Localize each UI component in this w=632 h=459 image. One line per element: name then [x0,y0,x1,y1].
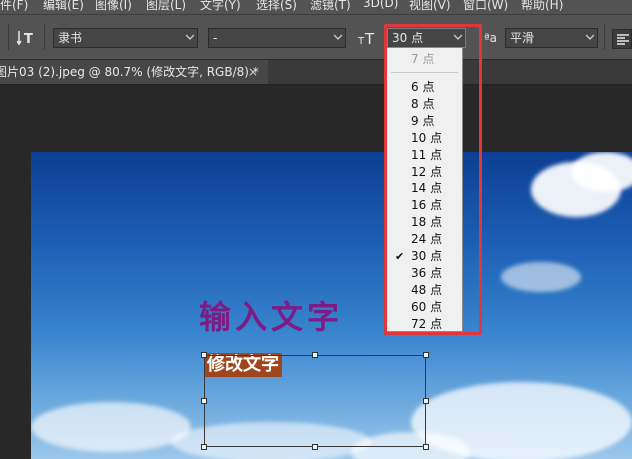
document-tab[interactable]: 图片03 (2).jpeg @ 80.7% (修改文字, RGB/8) * × [0,60,268,84]
menu-help[interactable]: 帮助(H) [521,0,563,13]
menu-view[interactable]: 视图(V) [409,0,451,13]
close-icon[interactable]: × [248,60,258,84]
menu-file[interactable]: 文件(F) [0,0,28,13]
menu-type[interactable]: 文字(Y) [200,0,241,13]
menu-layer[interactable]: 图层(L) [146,0,186,13]
font-family-select[interactable]: 隶书 [53,28,198,48]
menu-image[interactable]: 图像(I) [95,0,132,13]
resize-handle[interactable] [201,398,207,404]
align-left-icon[interactable] [612,29,632,49]
menu-filter[interactable]: 滤镜(T) [310,0,351,13]
resize-handle[interactable] [423,444,429,450]
svg-text:T: T [24,32,33,47]
sample-text-layer[interactable]: 输入文字 [199,292,343,338]
menu-edit[interactable]: 编辑(E) [43,0,84,13]
font-size-icon: T T [357,29,380,48]
cloud [571,152,632,192]
resize-handle[interactable] [312,444,318,450]
document-tab-bar: 图片03 (2).jpeg @ 80.7% (修改文字, RGB/8) * × [0,60,632,85]
highlight-box [384,24,482,335]
antialias-icon: ªa [484,31,498,45]
text-bounding-box[interactable] [204,355,426,447]
menu-select[interactable]: 选择(S) [256,0,297,13]
font-style-select[interactable]: - [208,28,346,48]
chevron-down-icon [586,33,594,41]
resize-handle[interactable] [312,352,318,358]
menu-bar: 文件(F) 编辑(E) 图像(I) 图层(L) 文字(Y) 选择(S) 滤镜(T… [0,0,632,14]
options-divider [8,24,9,50]
svg-text:T: T [364,30,375,47]
document-tab-title: 图片03 (2).jpeg @ 80.7% (修改文字, RGB/8) * [0,65,259,79]
options-divider [44,24,45,50]
image-canvas[interactable]: 输入文字 修改文字 [31,152,632,459]
font-family-value: 隶书 [58,31,83,45]
resize-handle[interactable] [201,352,207,358]
text-orientation-icon[interactable]: T [16,29,37,47]
resize-handle[interactable] [201,444,207,450]
cloud [31,402,191,452]
chevron-down-icon [334,33,342,41]
resize-handle[interactable] [423,398,429,404]
antialias-select[interactable]: 平滑 [505,28,598,48]
antialias-value: 平滑 [510,31,535,45]
chevron-down-icon [186,33,194,41]
menu-3d[interactable]: 3D(D) [363,0,398,10]
cloud [501,262,581,292]
resize-handle[interactable] [423,352,429,358]
font-style-value: - [213,31,218,45]
svg-text:T: T [358,36,365,47]
menu-window[interactable]: 窗口(W) [463,0,508,13]
options-divider [604,24,605,50]
